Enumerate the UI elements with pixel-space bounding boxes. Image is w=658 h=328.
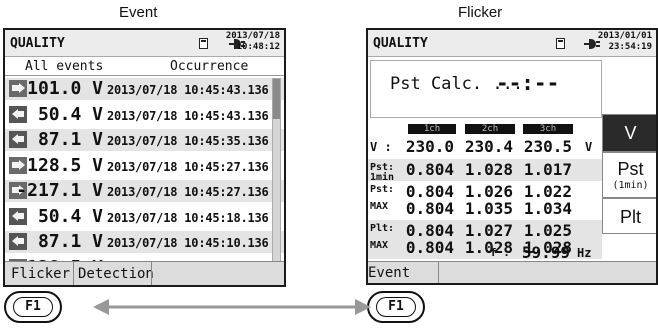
flicker-row: V : 230.0 230.4 230.5 V [368, 136, 602, 157]
tab-detection[interactable]: Detection [78, 266, 154, 282]
frequency-value: 59.99 [521, 243, 570, 262]
flicker-value: 0.804 [405, 199, 454, 218]
flicker-value: 230.0 [405, 137, 454, 156]
side-button-label: V [624, 123, 637, 143]
clock-time: 10:48:12 [236, 42, 280, 52]
flicker-caption: Flicker [458, 4, 503, 21]
event-value: 87.1 V [37, 231, 103, 252]
dip-icon [9, 207, 27, 225]
flicker-value: 1.034 [523, 199, 572, 218]
dip-icon [9, 233, 27, 250]
flicker-row: Plt: 0.804 1.027 1.025 [368, 220, 602, 240]
channel-2-header: 2ch [465, 124, 515, 134]
flicker-value: 230.5 [523, 137, 572, 156]
tab-divider [438, 262, 439, 283]
event-screen: QUALITY 2013/07/18 10:48:12 All events O… [3, 28, 286, 287]
event-timestamp: 2013/07/18 10:45:43.136 [107, 108, 269, 123]
event-row[interactable]: 128.5 V 2013/07/18 10:45:27.136 [5, 154, 284, 177]
swell-icon [9, 80, 27, 97]
tab-event[interactable]: Event [368, 265, 410, 281]
dip-icon [9, 131, 27, 148]
flicker-row-label: Plt: [370, 223, 395, 234]
channel-1-header: 1ch [408, 124, 456, 134]
side-button-label: Plt [619, 207, 641, 227]
event-value: 50.4 V [37, 103, 103, 125]
event-column-header: All events Occurrence [5, 57, 284, 76]
flicker-value: 0.804 [405, 160, 454, 179]
tab-divider [151, 262, 152, 285]
clock: 2013/07/18 10:48:12 [226, 31, 280, 53]
f1-key-right[interactable]: F1 [367, 291, 425, 323]
frequency-label: f : [490, 246, 510, 259]
channel-3-header: 3ch [523, 124, 573, 134]
event-timestamp: 2013/07/18 10:45:10.136 [107, 236, 269, 250]
side-button-label: Pst [617, 159, 644, 179]
event-timestamp: 2013/07/18 10:45:43.136 [107, 83, 269, 97]
page-title: QUALITY [10, 36, 65, 51]
flicker-row-label: Pst: [370, 184, 395, 195]
event-timestamp: 2013/07/18 10:45:27.136 [107, 159, 269, 174]
double-arrow-icon [93, 299, 371, 315]
event-scrollbar[interactable] [272, 78, 281, 283]
event-row[interactable]: 87.1 V 2013/07/18 10:45:10.136 [5, 231, 284, 253]
page-title: QUALITY [373, 36, 428, 51]
event-filter[interactable]: All events [25, 59, 103, 74]
side-button-sublabel: (1min) [612, 180, 649, 191]
event-row[interactable]: 50.4 V 2013/07/18 10:45:43.136 [5, 103, 284, 126]
side-button-pst[interactable]: Pst (1min) [602, 152, 656, 198]
flicker-row-label: MAX [370, 201, 389, 212]
flicker-value: 1.017 [523, 160, 572, 179]
f1-key-left[interactable]: F1 [4, 291, 62, 323]
occurrence-header: Occurrence [170, 59, 249, 74]
flicker-tabbar: Event [368, 261, 656, 283]
clock-time: 23:54:19 [608, 42, 652, 52]
event-row[interactable]: 87.1 V 2013/07/18 10:45:35.136 [5, 129, 284, 151]
frequency-row: f : 59.99 Hz [368, 242, 602, 262]
flicker-value: 1.028 [464, 160, 513, 179]
event-timestamp: 2013/07/18 10:45:18.136 [107, 210, 269, 225]
flicker-row: Pst: 1min 0.804 1.028 1.017 [368, 159, 602, 183]
event-value: -217.1 V [16, 180, 103, 201]
event-value: 128.5 V [27, 154, 103, 176]
flicker-row: Pst: 0.804 1.026 1.022 [368, 181, 602, 201]
tab-flicker[interactable]: Flicker [11, 266, 70, 282]
sd-card-icon [199, 38, 208, 49]
flicker-value: 1.035 [464, 199, 513, 218]
event-tabbar: Flicker Detection [5, 261, 284, 285]
event-titlebar: QUALITY 2013/07/18 10:48:12 [5, 30, 284, 57]
event-timestamp: 2013/07/18 10:45:27.136 [107, 185, 269, 199]
flicker-row: MAX 0.804 1.035 1.034 [368, 198, 602, 220]
event-value: 101.0 V [27, 78, 103, 99]
pst-calc-box: Pst Calc. ... --:-- [370, 60, 602, 118]
flicker-screen: QUALITY 2013/01/01 23:54:19 Pst Calc. ..… [366, 28, 658, 285]
swell-icon [9, 156, 27, 174]
flicker-titlebar: QUALITY 2013/01/01 23:54:19 [368, 30, 656, 57]
flicker-row-label: V : [370, 140, 392, 154]
event-value: 50.4 V [37, 205, 103, 227]
event-value: 87.1 V [37, 129, 103, 150]
pst-calc-value: --:-- [496, 71, 560, 95]
event-timestamp: 2013/07/18 10:45:35.136 [107, 134, 269, 148]
f1-key-label: F1 [13, 297, 53, 317]
scroll-thumb[interactable] [273, 79, 280, 119]
sd-card-icon [556, 38, 565, 49]
side-button-v[interactable]: V [602, 114, 656, 152]
event-row[interactable]: 50.4 V 2013/07/18 10:45:18.136 [5, 205, 284, 228]
side-button-plt[interactable]: Plt [602, 198, 656, 234]
event-row[interactable]: 101.0 V 2013/07/18 10:45:43.136 [5, 78, 284, 100]
flicker-row-label: Pst: 1min [370, 162, 395, 183]
frequency-unit: Hz [577, 246, 592, 260]
tab-divider [73, 262, 74, 285]
clock-date: 2013/01/01 [597, 31, 652, 41]
event-caption: Event [119, 4, 158, 21]
f1-key-label: F1 [376, 297, 416, 317]
flicker-value: 230.4 [464, 137, 513, 156]
dip-icon [9, 105, 27, 123]
flicker-unit: V [585, 140, 593, 154]
event-row[interactable]: -217.1 V 2013/07/18 10:45:27.136 [5, 180, 284, 202]
clock-date: 2013/07/18 [225, 31, 280, 41]
clock: 2013/01/01 23:54:19 [598, 31, 652, 53]
